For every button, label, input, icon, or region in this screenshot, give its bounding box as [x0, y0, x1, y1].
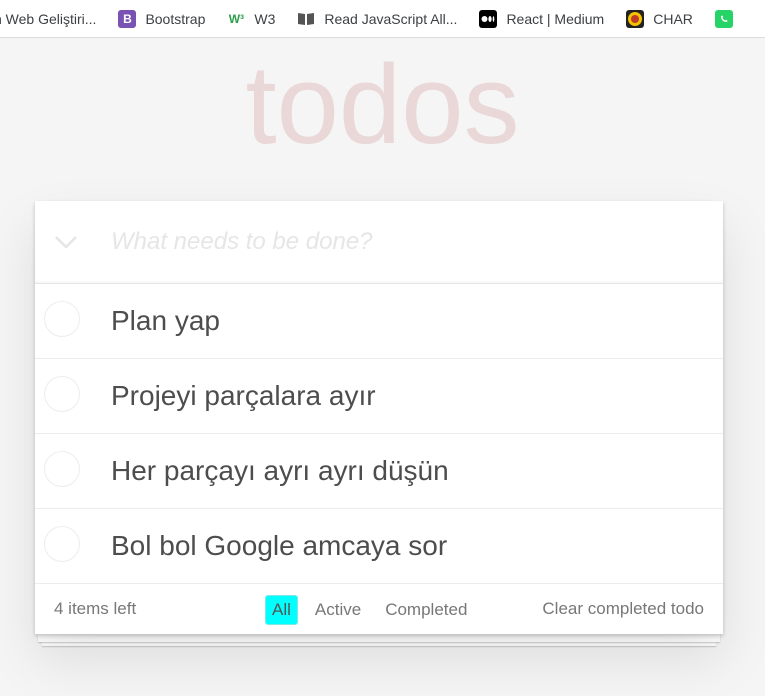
bookmark-char[interactable]: CHAR: [626, 9, 693, 28]
w3-icon: W³: [228, 11, 245, 26]
bookmarks-bar: n Web Geliştiri... B Bootstrap W³ W3 Rea…: [0, 0, 765, 38]
todo-checkbox[interactable]: [44, 376, 80, 412]
bookmark-label: W3: [254, 10, 276, 27]
bookmark-whatsapp[interactable]: [714, 9, 742, 28]
todo-item: Her parçayı ayrı ayrı düşün: [35, 434, 723, 509]
medium-icon: [479, 9, 498, 28]
bookmark-react-medium[interactable]: React | Medium: [479, 9, 605, 28]
whatsapp-icon: [714, 9, 733, 28]
chevron-down-icon[interactable]: [51, 229, 81, 255]
todo-label[interactable]: Bol bol Google amcaya sor: [111, 509, 447, 583]
bookmark-web-gelistirme[interactable]: n Web Geliştiri...: [0, 11, 96, 27]
todo-item: Plan yap: [35, 284, 723, 359]
filter-completed[interactable]: Completed: [378, 595, 474, 625]
items-left-count: 4 items left: [54, 599, 137, 618]
todo-checkbox[interactable]: [44, 526, 80, 562]
todo-checkbox[interactable]: [44, 451, 80, 487]
bookmark-read-javascript[interactable]: Read JavaScript All...: [297, 10, 457, 28]
todo-label[interactable]: Plan yap: [111, 284, 220, 358]
filters: All Active Completed: [265, 595, 484, 625]
todo-app: Plan yap Projeyi parçalara ayır Her parç…: [35, 201, 723, 634]
todo-checkbox[interactable]: [44, 301, 80, 337]
bookmark-w3[interactable]: W³ W3: [227, 10, 276, 28]
todo-item: Bol bol Google amcaya sor: [35, 509, 723, 584]
bookmark-label: CHAR: [653, 10, 693, 27]
todo-list: Plan yap Projeyi parçalara ayır Her parç…: [35, 284, 723, 584]
todo-footer: 4 items left All Active Completed Clear …: [35, 584, 723, 634]
filter-all[interactable]: All: [265, 595, 298, 625]
stack-shadow: [38, 634, 720, 642]
todo-item: Projeyi parçalara ayır: [35, 359, 723, 434]
clear-completed-button[interactable]: Clear completed todo: [542, 584, 704, 634]
book-icon: [297, 10, 315, 28]
filter-active[interactable]: Active: [308, 595, 368, 625]
todo-label[interactable]: Her parçayı ayrı ayrı düşün: [111, 434, 449, 508]
bookmark-label: Bootstrap: [145, 10, 206, 27]
bookmark-bootstrap[interactable]: B Bootstrap: [118, 9, 206, 28]
app-title: todos: [245, 42, 520, 167]
char-icon: [626, 9, 645, 28]
new-todo-input[interactable]: [95, 201, 705, 283]
todo-label[interactable]: Projeyi parçalara ayır: [111, 359, 376, 433]
todo-header: [35, 201, 723, 284]
bookmark-label: React | Medium: [506, 10, 605, 27]
bootstrap-icon: B: [118, 9, 137, 28]
bookmark-label: Read JavaScript All...: [324, 10, 458, 27]
bookmark-label: n Web Geliştiri...: [0, 10, 97, 27]
